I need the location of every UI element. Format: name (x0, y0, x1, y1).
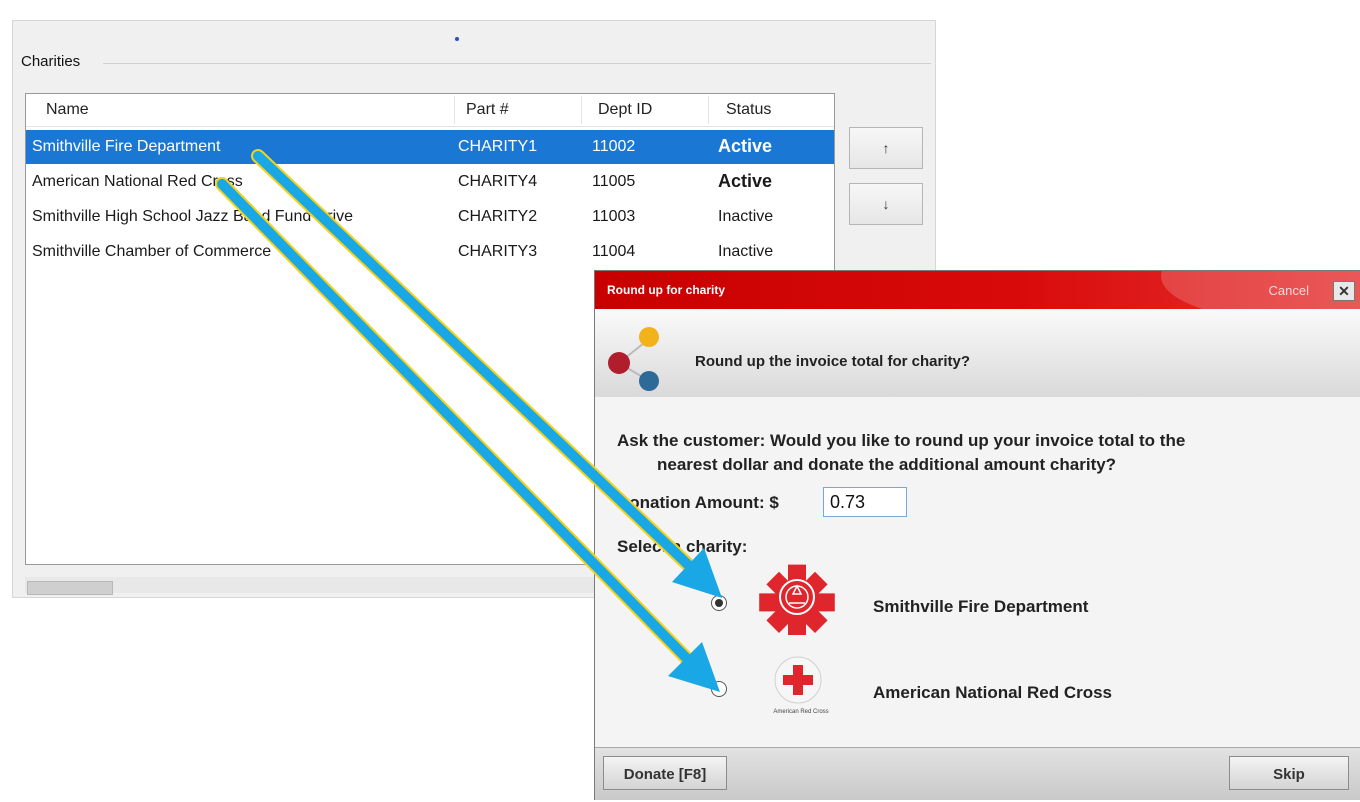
donation-amount-label: Donation Amount: $ (617, 493, 779, 512)
donate-button[interactable]: Donate [F8] (603, 756, 727, 790)
column-header-status[interactable]: Status (726, 101, 771, 119)
row-part: CHARITY1 (458, 138, 538, 155)
status-dot (455, 37, 459, 41)
row-status: Inactive (718, 208, 774, 225)
dialog-title-bar: Round up for charity Cancel ✕ (595, 271, 1360, 309)
title-swoosh (1161, 271, 1360, 309)
dialog-question: Round up the invoice total for charity? (695, 353, 971, 370)
option-fire-department-label[interactable]: Smithville Fire Department (873, 597, 1088, 617)
row-name: Smithville High School Jazz Band Fund Dr… (32, 208, 354, 225)
donation-amount-input[interactable] (823, 487, 907, 517)
fire-department-radio[interactable] (711, 595, 727, 611)
option-red-cross-label[interactable]: American National Red Cross (873, 683, 1112, 703)
table-row[interactable]: Smithville Chamber of Commerce CHARITY3 … (26, 235, 834, 269)
dialog-body: Ask the customer: Would you like to roun… (595, 397, 1360, 747)
charities-group-label: Charities (21, 53, 81, 70)
round-up-dialog: Round up for charity Cancel ✕ Round up t… (594, 270, 1360, 800)
move-down-button[interactable]: ↓ (849, 183, 923, 225)
move-up-button[interactable]: ↑ (849, 127, 923, 169)
column-header-name[interactable]: Name (46, 101, 89, 119)
row-dept: 11005 (592, 173, 636, 190)
charity-share-icon (608, 327, 659, 391)
select-charity-label: Select a charity: (617, 537, 748, 556)
row-status: Active (718, 136, 773, 156)
row-dept: 11002 (592, 138, 636, 155)
row-status: Active (718, 171, 773, 191)
row-part: CHARITY3 (458, 243, 538, 260)
table-row[interactable]: American National Red Cross CHARITY4 110… (26, 165, 834, 199)
column-separator (581, 96, 582, 124)
column-separator (708, 96, 709, 124)
ask-customer-text-line1: Ask the customer: Would you like to roun… (617, 431, 1186, 450)
close-icon[interactable]: ✕ (1333, 281, 1355, 301)
row-name: Smithville Fire Department (32, 138, 221, 155)
dialog-header: Round up the invoice total for charity? (595, 309, 1360, 397)
red-cross-radio[interactable] (711, 681, 727, 697)
column-header-dept[interactable]: Dept ID (598, 101, 652, 119)
ask-customer-text-line2: nearest dollar and donate the additional… (657, 455, 1117, 474)
table-row[interactable]: Smithville High School Jazz Band Fund Dr… (26, 200, 834, 234)
red-cross-caption: American Red Cross (773, 709, 829, 715)
column-separator (454, 96, 455, 124)
dialog-footer: Donate [F8] Skip (595, 747, 1360, 800)
skip-button[interactable]: Skip (1229, 756, 1349, 790)
row-name: American National Red Cross (32, 173, 243, 190)
table-row[interactable]: Smithville Fire Department CHARITY1 1100… (26, 130, 834, 164)
group-divider (103, 63, 931, 64)
fire-department-icon (759, 564, 835, 635)
row-part: CHARITY2 (458, 208, 538, 225)
row-status: Inactive (718, 243, 774, 260)
row-dept: 11004 (592, 243, 636, 260)
cancel-link[interactable]: Cancel (1269, 283, 1309, 298)
scrollbar-thumb[interactable] (27, 581, 113, 595)
row-name: Smithville Chamber of Commerce (32, 243, 272, 260)
red-cross-icon (774, 656, 822, 704)
dialog-title: Round up for charity (607, 283, 725, 297)
row-dept: 11003 (592, 208, 636, 225)
column-header-part[interactable]: Part # (466, 101, 509, 119)
list-header: Name Part # Dept ID Status (26, 94, 834, 127)
row-part: CHARITY4 (458, 173, 538, 190)
